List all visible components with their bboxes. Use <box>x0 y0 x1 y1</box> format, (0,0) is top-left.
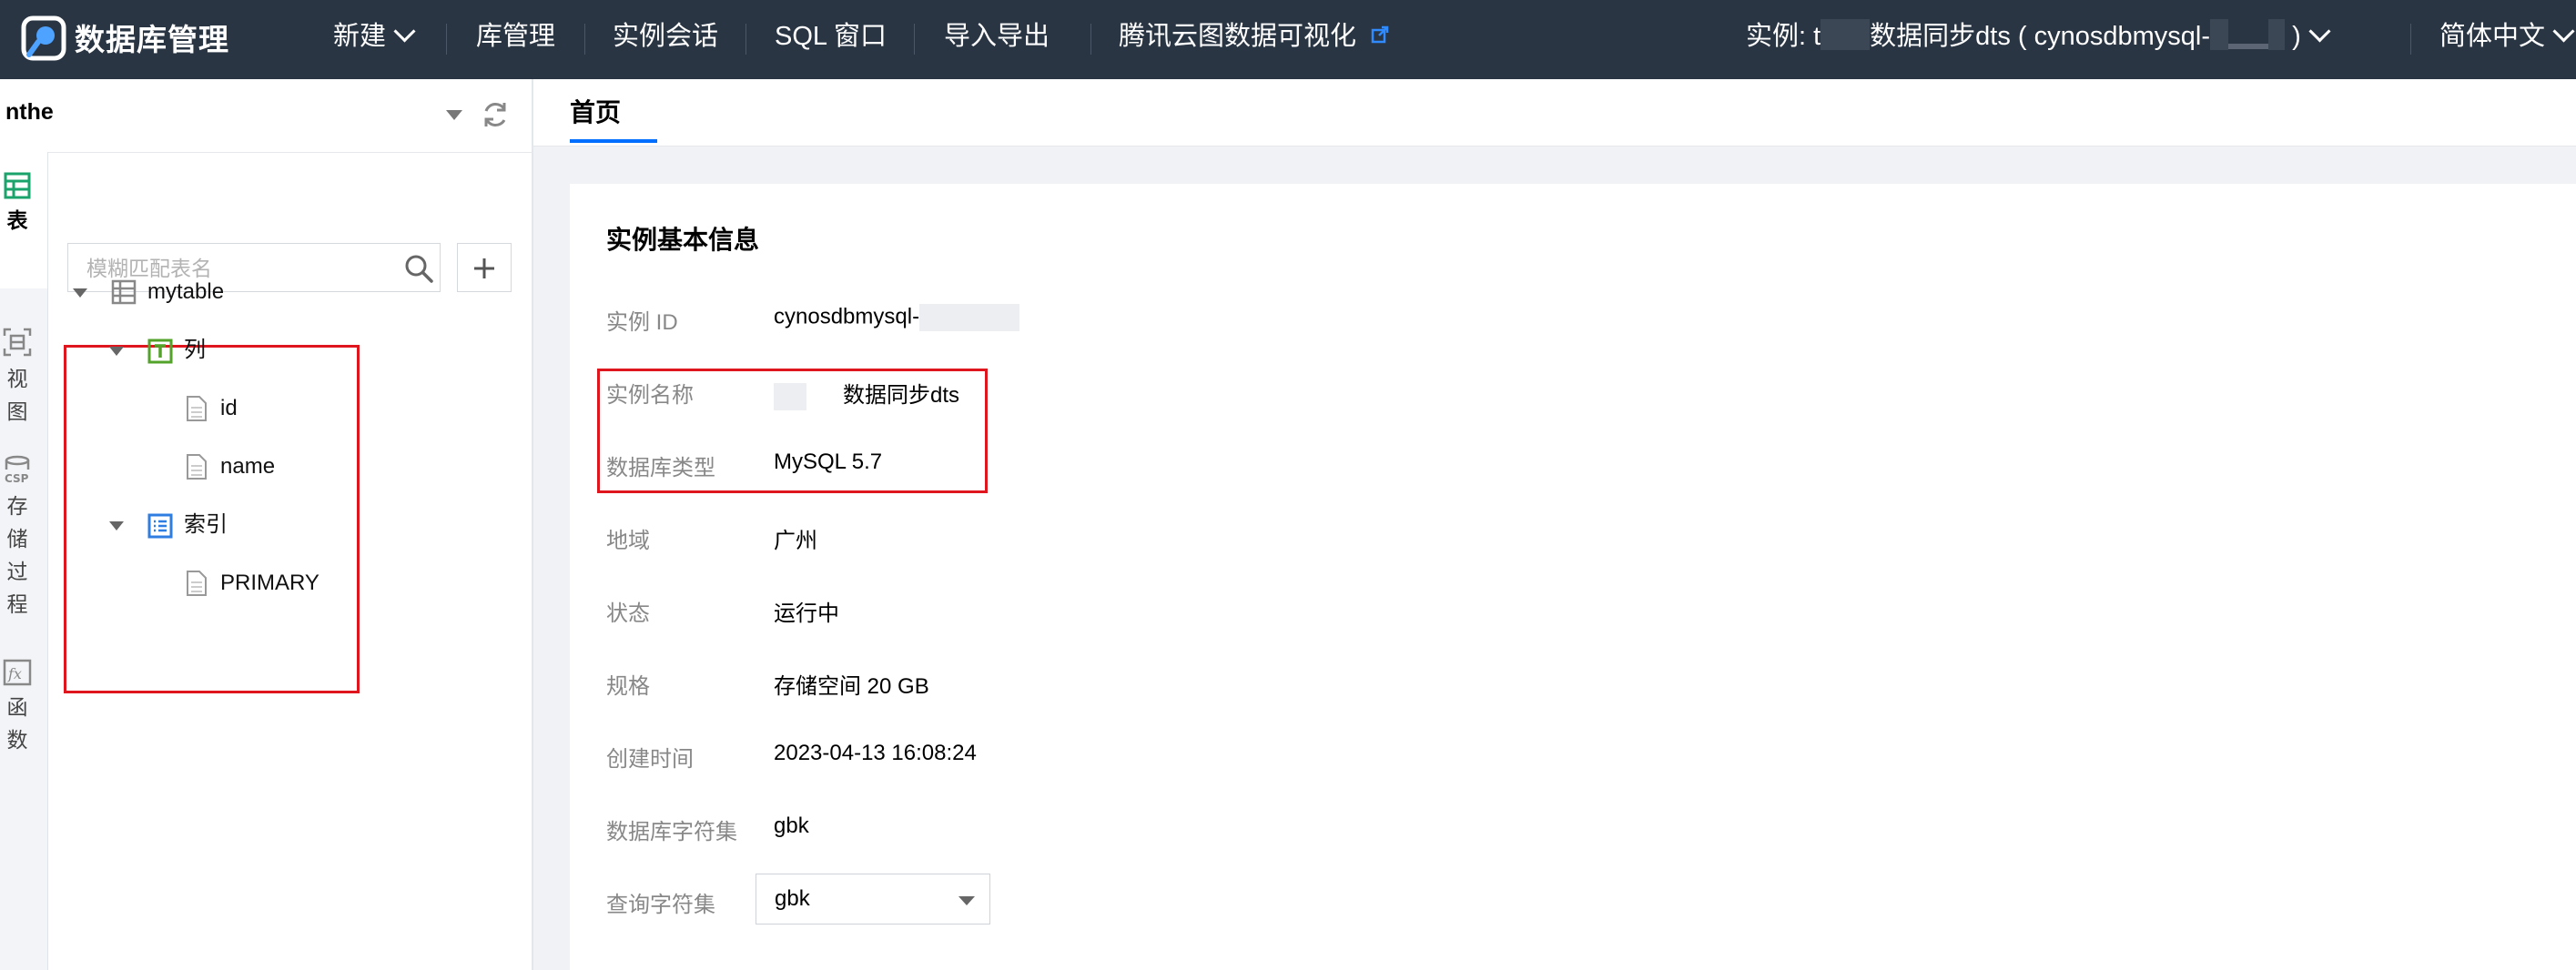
field-label-region: 地域 <box>606 529 650 553</box>
plus-icon <box>474 258 494 278</box>
redacted-region <box>2268 19 2286 51</box>
rail-item-views[interactable]: 视图 <box>0 327 35 428</box>
expand-arrow-icon[interactable] <box>109 347 124 356</box>
add-table-button[interactable] <box>457 243 512 292</box>
language-label: 简体中文 <box>2439 22 2546 51</box>
field-label-instance-name: 实例名称 <box>606 383 694 408</box>
search-icon[interactable] <box>403 253 434 284</box>
column-t-icon <box>147 338 173 364</box>
table-grid-icon <box>111 279 137 305</box>
instance-suffix: ) <box>2292 22 2301 51</box>
chevron-down-icon <box>2552 20 2575 43</box>
field-value-db-charset: gbk <box>774 813 809 838</box>
nav-divider <box>745 24 746 55</box>
object-type-rail: 表 视图 CSP 存储过程 fx 函数 <box>0 152 48 970</box>
field-value-created-time: 2023-04-13 16:08:24 <box>774 741 977 765</box>
instance-name: 数据同步dts ( cynosdbmysql- <box>1870 22 2211 51</box>
refresh-icon[interactable] <box>480 99 511 130</box>
query-charset-value: gbk <box>775 886 810 911</box>
rail-item-functions[interactable]: fx 函数 <box>0 659 35 756</box>
nav-divider <box>2410 24 2411 55</box>
nav-data-visualization-label: 腾讯云图数据可视化 <box>1119 22 1357 51</box>
field-label-db-type: 数据库类型 <box>606 456 715 480</box>
query-charset-select[interactable]: gbk <box>756 874 990 925</box>
redacted-region <box>774 382 806 410</box>
nav-data-visualization-link[interactable]: 腾讯云图数据可视化 <box>1119 0 1389 79</box>
instance-prefix: 实例: t <box>1746 22 1821 51</box>
nav-new-menu[interactable]: 新建 <box>333 0 416 79</box>
redacted-region <box>2210 19 2229 51</box>
field-value-db-type: MySQL 5.7 <box>774 450 883 474</box>
rail-label-tables: 表 <box>6 208 28 232</box>
table-name-label: mytable <box>147 279 225 304</box>
index-list-icon <box>147 513 173 539</box>
expand-arrow-icon[interactable] <box>73 288 87 298</box>
redacted-region <box>2228 44 2269 50</box>
database-selector[interactable]: nthe <box>0 79 532 153</box>
chevron-down-icon <box>393 20 416 43</box>
nav-sql-window[interactable]: SQL 窗口 <box>775 0 887 79</box>
field-value-spec: 存储空间 20 GB <box>774 674 929 699</box>
nav-divider <box>1090 24 1091 55</box>
instance-id-text: cynosdbmysql- <box>774 304 920 329</box>
columns-group-label: 列 <box>184 338 206 362</box>
field-value-region: 广州 <box>774 529 817 553</box>
card-title: 实例基本信息 <box>606 226 760 254</box>
field-label-query-charset: 查询字符集 <box>606 893 715 917</box>
database-manager-logo-icon <box>21 15 66 61</box>
rail-item-tables[interactable]: 表 <box>0 172 35 237</box>
nav-import-export[interactable]: 导入导出 <box>944 0 1050 79</box>
rail-label-functions: 函数 <box>6 695 28 752</box>
field-label-instance-id: 实例 ID <box>606 310 678 335</box>
object-browser-panel: nthe 表 视图 CSP 存储过程 fx 函数 模糊匹配表名 mytable … <box>0 79 533 970</box>
view-icon <box>3 328 32 357</box>
main-content: 首页 实例基本信息 实例 ID cynosdbmysql- 实例名称 数据同步d… <box>533 79 2576 970</box>
field-label-db-charset: 数据库字符集 <box>606 820 737 844</box>
expand-arrow-icon[interactable] <box>109 521 124 530</box>
document-icon <box>187 396 207 421</box>
column-name-label: name <box>220 454 276 479</box>
index-name-label: PRIMARY <box>220 571 319 595</box>
nav-instance-sessions[interactable]: 实例会话 <box>613 0 718 79</box>
dropdown-arrow-icon[interactable] <box>446 110 462 120</box>
document-icon <box>187 454 207 480</box>
redacted-region <box>1820 19 1871 51</box>
function-fx-icon: fx <box>3 659 32 686</box>
instance-info-card: 实例基本信息 实例 ID cynosdbmysql- 实例名称 数据同步dts … <box>570 184 2576 970</box>
rail-label-procedures: 存储过程 <box>6 494 28 616</box>
tab-home[interactable]: 首页 <box>570 79 621 146</box>
field-label-created-time: 创建时间 <box>606 747 694 772</box>
nav-divider <box>584 24 585 55</box>
redacted-region <box>919 304 1020 331</box>
index-group-label: 索引 <box>184 512 228 537</box>
rail-label-views: 视图 <box>6 367 28 423</box>
table-grid-icon <box>4 172 31 199</box>
field-value-status: 运行中 <box>774 601 839 626</box>
nav-divider <box>446 24 447 55</box>
chevron-down-icon <box>2308 20 2331 43</box>
stored-procedure-icon: CSP <box>5 455 30 485</box>
language-selector[interactable]: 简体中文 <box>2439 0 2575 79</box>
field-label-spec: 规格 <box>606 674 650 699</box>
field-value-instance-id: cynosdbmysql- <box>774 304 1020 331</box>
active-tab-indicator <box>570 139 657 143</box>
app-title[interactable]: 数据库管理 <box>75 0 229 79</box>
top-navigation-bar: 数据库管理 新建 库管理 实例会话 SQL 窗口 导入导出 腾讯云图数据可视化 … <box>0 0 2576 79</box>
external-link-icon <box>1371 26 1389 44</box>
column-name-label: id <box>220 396 238 420</box>
svg-text:CSP: CSP <box>5 472 29 485</box>
document-icon <box>187 571 207 596</box>
instance-selector[interactable]: 实例: t 数据同步dts ( cynosdbmysql- ) <box>1746 0 2331 79</box>
field-label-status: 状态 <box>606 601 650 626</box>
dropdown-arrow-icon <box>958 896 975 905</box>
nav-divider <box>914 24 915 55</box>
database-name: nthe <box>5 99 54 125</box>
field-value-instance-name: 数据同步dts <box>774 377 959 410</box>
nav-db-management[interactable]: 库管理 <box>476 0 555 79</box>
nav-new-label: 新建 <box>333 22 387 51</box>
rail-item-procedures[interactable]: CSP 存储过程 <box>0 454 35 621</box>
tab-bar: 首页 <box>533 79 2576 147</box>
instance-name-text: 数据同步dts <box>843 383 960 408</box>
svg-text:fx: fx <box>7 665 22 682</box>
